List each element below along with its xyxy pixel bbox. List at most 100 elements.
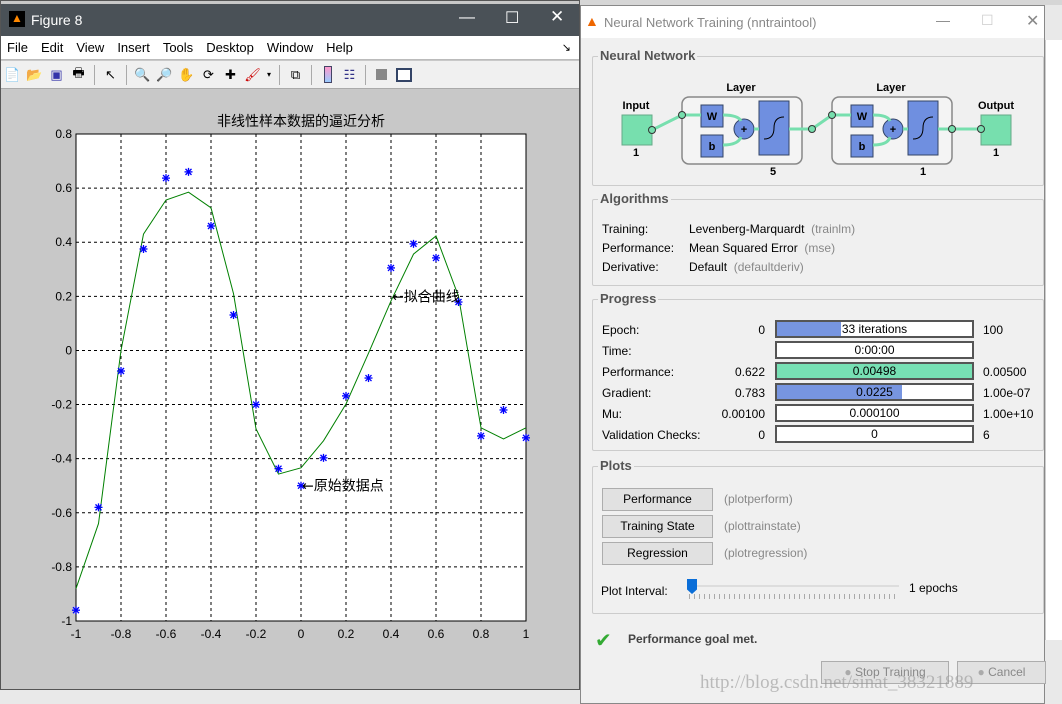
progress-value: 0.000100 [849, 406, 900, 420]
plot-fn-label: (plotperform) [724, 492, 793, 506]
algorithms-group: Algorithms Training: Levenberg-Marquardt … [592, 191, 1044, 286]
new-file-icon[interactable]: 📄 [3, 65, 22, 84]
sum-label: + [741, 124, 747, 136]
data-point [522, 433, 530, 442]
plot-interval-slider[interactable] [687, 579, 899, 601]
watermark: http://blog.csdn.net/sinat_38321889 [700, 672, 974, 693]
figure-window: ▲ Figure 8 — ☐ ✕ File Edit View Insert Tools… [0, 0, 580, 690]
rotate-3d-icon[interactable]: ⟳ [199, 65, 218, 84]
plot-regression-button[interactable]: Regression [602, 542, 713, 565]
brush-icon[interactable]: 🖌 [243, 65, 262, 84]
colorbar-icon[interactable] [318, 65, 337, 84]
minimize-button[interactable]: — [459, 9, 475, 27]
menu-file[interactable]: File [1, 36, 35, 55]
progress-value: 0.00498 [852, 364, 897, 378]
data-point [432, 253, 440, 262]
network-diagram: Input 1 Layer W b + 5 Layer W b + 1 Outp… [621, 82, 1014, 178]
weight-label: W [707, 111, 718, 123]
menu-insert[interactable]: Insert [111, 36, 157, 55]
data-point [229, 311, 238, 320]
maximize-button[interactable]: ☐ [505, 8, 519, 28]
cancel-icon: ● [977, 665, 989, 679]
maximize-button: ☐ [981, 12, 994, 28]
toolbar-separator [279, 64, 280, 85]
progress-value: 0:00:00 [854, 343, 895, 357]
slider-thumb[interactable] [687, 579, 697, 594]
algorithm-row: Derivative: Default (defaultderiv) [602, 258, 804, 276]
data-point [139, 244, 148, 253]
x-tick-label: 0 [298, 627, 305, 641]
progress-value: 33 iterations [841, 322, 908, 336]
background-window-edge [1045, 40, 1062, 640]
menu-tools[interactable]: Tools [157, 36, 200, 55]
group-label: Algorithms [598, 191, 671, 206]
data-cursor-icon[interactable]: ✚ [221, 65, 240, 84]
algorithm-row: Training: Levenberg-Marquardt (trainlm) [602, 220, 855, 238]
data-point [387, 263, 395, 272]
plot-performance-button[interactable]: Performance [602, 488, 713, 511]
toolbar-separator [94, 64, 95, 85]
matlab-logo-icon: ▲ [9, 11, 25, 27]
zoom-in-icon[interactable]: 🔍 [133, 65, 152, 84]
menu-desktop[interactable]: Desktop [200, 36, 261, 55]
open-folder-icon[interactable]: 📂 [25, 65, 44, 84]
data-point [477, 431, 485, 440]
progress-end: 100 [983, 323, 1004, 337]
layer-1-label: Layer [726, 82, 756, 94]
plot-interval-label: Plot Interval: [601, 584, 668, 598]
menu-bar: File Edit View Insert Tools Desktop Window Help… [1, 36, 579, 60]
menu-help[interactable]: Help [320, 36, 360, 55]
layer-1-size: 5 [770, 166, 776, 178]
algorithm-row: Performance: Mean Squared Error (mse) [602, 239, 835, 257]
zoom-out-icon[interactable]: 🔎 [155, 65, 174, 84]
menu-window[interactable]: Window [261, 36, 320, 55]
progress-bar: 0.0225 [775, 383, 974, 401]
show-plot-tools-icon[interactable] [394, 65, 413, 84]
progress-group: Progress Epoch: 0 33 iterations 100 Time:… [592, 291, 1044, 451]
sum-label: + [890, 124, 896, 136]
data-point [162, 174, 170, 183]
menu-view[interactable]: View [70, 36, 111, 55]
plot-training-state-button[interactable]: Training State [602, 515, 713, 538]
legend-icon[interactable]: ☷ [340, 65, 359, 84]
close-button[interactable]: ✕ [1026, 11, 1039, 31]
data-point [94, 503, 103, 512]
data-point [72, 606, 80, 615]
plot-fn-label: (plotregression) [724, 546, 808, 560]
y-tick-label: 0.2 [55, 289, 72, 303]
close-button[interactable]: ✕ [550, 7, 564, 27]
progress-end: 1.00e-07 [983, 386, 1031, 400]
toolbar-separator [126, 64, 127, 85]
data-point [184, 167, 193, 176]
nntool-title: Neural Network Training (nntraintool) [604, 15, 817, 30]
pointer-icon[interactable]: ↖ [101, 65, 120, 84]
progress-bar: 0:00:00 [775, 341, 974, 359]
link-plot-icon[interactable]: ⧉ [286, 65, 305, 84]
hide-plot-tools-icon[interactable] [372, 65, 391, 84]
progress-start: 0 [758, 323, 765, 337]
progress-row: Mu: 0.00100 0.000100 1.00e+10 [593, 404, 1043, 424]
y-tick-label: 0.8 [55, 127, 72, 141]
save-icon[interactable]: ▣ [47, 65, 66, 84]
nntraintool-window: ▲ Neural Network Training (nntraintool) … [580, 5, 1046, 704]
status-message: Performance goal met. [628, 632, 758, 646]
input-size: 1 [633, 147, 639, 159]
minimize-button[interactable]: — [936, 12, 950, 28]
progress-label: Gradient: [602, 386, 652, 400]
pan-hand-icon[interactable]: ✋ [177, 65, 196, 84]
weight-label: W [857, 111, 868, 123]
checkmark-icon: ✔ [595, 630, 612, 652]
plot-axes[interactable]: -1 -0.8 -0.6 -0.4 -0.2 0 0.2 0.4 0.6 0.8 1 0.8 0.6 0.… [1, 90, 579, 690]
layer-2-label: Layer [876, 82, 906, 94]
y-tick-label: -1 [61, 614, 72, 628]
progress-label: Time: [602, 344, 632, 358]
dock-arrow-icon[interactable]: ↘ [562, 41, 571, 54]
progress-start: 0.00100 [721, 407, 765, 421]
brush-dropdown-icon[interactable]: ▾ [265, 65, 273, 84]
group-label: Plots [598, 458, 634, 473]
print-icon[interactable]: 🖶 [69, 65, 88, 84]
progress-start: 0.622 [734, 365, 765, 379]
menu-edit[interactable]: Edit [35, 36, 70, 55]
plot-fn-label: (plottrainstate) [724, 519, 801, 533]
x-tick-label: -0.6 [156, 627, 177, 641]
